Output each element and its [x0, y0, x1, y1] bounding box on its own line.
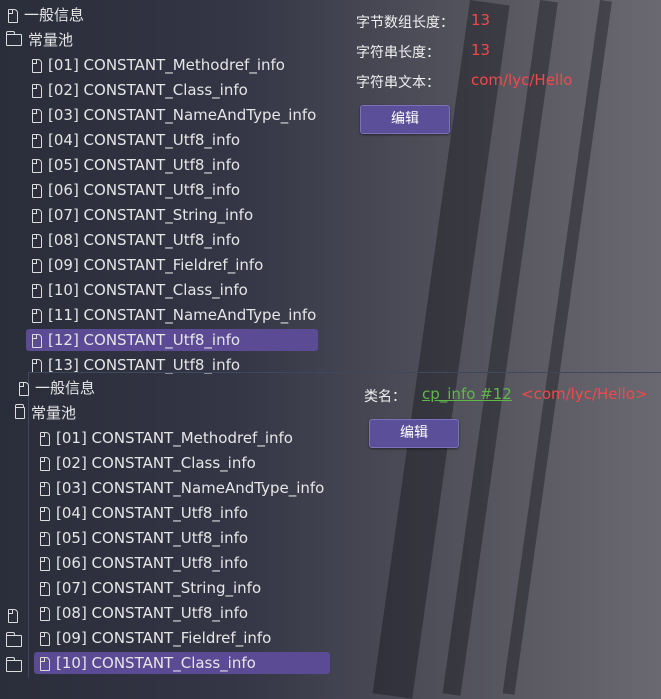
file-icon: [40, 506, 50, 521]
tree-item[interactable]: [02] CONSTANT_Class_info: [34, 452, 256, 474]
byte-length-value: 13: [471, 11, 491, 29]
class-cp-link[interactable]: cp_info #12: [422, 385, 512, 403]
folder-icon: [5, 30, 22, 46]
bottom-tree-panel: 一般信息 常量池 [01] CONSTANT_Methodref_info [02…: [14, 373, 349, 678]
tree-item[interactable]: [08] CONSTANT_Utf8_info: [26, 229, 240, 251]
file-icon: [40, 481, 50, 496]
file-icon: [8, 608, 18, 623]
file-icon: [32, 183, 42, 198]
tree-item-label: [08] CONSTANT_Utf8_info: [56, 604, 249, 622]
tree-item-label: [03] CONSTANT_NameAndType_info: [48, 106, 317, 124]
behind-folder-icon: [5, 630, 28, 652]
file-icon: [40, 531, 50, 546]
file-icon: [32, 233, 42, 248]
tree-item[interactable]: [10] CONSTANT_Class_info: [26, 279, 248, 301]
edit-button[interactable]: 编辑: [360, 105, 450, 134]
tree-item[interactable]: [03] CONSTANT_NameAndType_info: [26, 104, 316, 126]
tree-item-label: [09] CONSTANT_Fieldref_info: [48, 256, 264, 274]
tree-item-label: [07] CONSTANT_String_info: [56, 579, 262, 597]
top-tree-panel: 一般信息 常量池 [01] CONSTANT_Methodref_info [02…: [0, 0, 340, 374]
tree-general-info[interactable]: 一般信息: [19, 377, 95, 399]
tree-item[interactable]: [03] CONSTANT_NameAndType_info: [34, 477, 324, 499]
tree-item[interactable]: [06] CONSTANT_Utf8_info: [34, 552, 248, 574]
class-name-label: 类名：: [364, 389, 406, 405]
file-icon: [32, 308, 42, 323]
tree-item[interactable]: [11] CONSTANT_NameAndType_info: [26, 304, 316, 326]
tree-item-label: [01] CONSTANT_Methodref_info: [48, 56, 285, 74]
tree-item[interactable]: [04] CONSTANT_Utf8_info: [34, 502, 248, 524]
file-icon: [32, 108, 42, 123]
file-icon: [40, 556, 50, 571]
tree-item-label: [04] CONSTANT_Utf8_info: [48, 131, 241, 149]
tree-item-label: [09] CONSTANT_Fieldref_info: [56, 629, 272, 647]
tree-item-label: [06] CONSTANT_Utf8_info: [48, 181, 241, 199]
tree-item[interactable]: [01] CONSTANT_Methodref_info: [34, 427, 293, 449]
tree-item-label: [10] CONSTANT_Class_info: [48, 281, 248, 299]
file-icon: [32, 158, 42, 173]
file-icon: [40, 431, 50, 446]
file-icon: [40, 581, 50, 596]
behind-file-icon: [8, 604, 24, 626]
class-name-value: <com/lyc/Hello>: [521, 385, 648, 403]
folder-icon: [5, 631, 22, 647]
tree-item[interactable]: [07] CONSTANT_String_info: [34, 577, 261, 599]
string-text-value: com/lyc/Hello: [471, 71, 573, 89]
tree-item[interactable]: [10] CONSTANT_Class_info: [34, 652, 330, 674]
tree-item-label: [03] CONSTANT_NameAndType_info: [56, 479, 325, 497]
tree-constant-pool[interactable]: 常量池: [5, 29, 73, 51]
tree-item-label: [05] CONSTANT_Utf8_info: [56, 529, 249, 547]
folder-icon: [14, 403, 25, 419]
tree-item[interactable]: [06] CONSTANT_Utf8_info: [26, 179, 240, 201]
tree-item-label: [08] CONSTANT_Utf8_info: [48, 231, 241, 249]
tree-item[interactable]: [05] CONSTANT_Utf8_info: [26, 154, 240, 176]
tree-item[interactable]: [04] CONSTANT_Utf8_info: [26, 129, 240, 151]
tree-item-label: [07] CONSTANT_String_info: [48, 206, 254, 224]
string-text-label: 字符串文本：: [356, 75, 440, 91]
file-icon: [32, 358, 42, 373]
edit-button[interactable]: 编辑: [369, 419, 459, 448]
file-icon: [32, 258, 42, 273]
tree-item-label: [05] CONSTANT_Utf8_info: [48, 156, 241, 174]
string-length-value: 13: [471, 41, 491, 59]
file-icon: [40, 656, 50, 671]
tree-item-label: [06] CONSTANT_Utf8_info: [56, 554, 249, 572]
tree-item-label: [01] CONSTANT_Methodref_info: [56, 429, 293, 447]
tree-item[interactable]: [08] CONSTANT_Utf8_info: [34, 602, 248, 624]
file-icon: [32, 208, 42, 223]
file-icon: [40, 606, 50, 621]
tree-item[interactable]: [02] CONSTANT_Class_info: [26, 79, 248, 101]
byte-length-label: 字节数组长度：: [356, 15, 454, 31]
file-icon: [32, 133, 42, 148]
file-icon: [32, 283, 42, 298]
tree-item-label: [11] CONSTANT_NameAndType_info: [48, 306, 317, 324]
tree-constant-pool[interactable]: 常量池: [14, 402, 76, 424]
file-icon: [40, 456, 50, 471]
file-icon: [32, 83, 42, 98]
tree-general-info[interactable]: 一般信息: [8, 4, 84, 26]
tree-item-label: [10] CONSTANT_Class_info: [56, 654, 256, 672]
tree-item-label: [04] CONSTANT_Utf8_info: [56, 504, 249, 522]
file-icon: [32, 58, 42, 73]
tree-item[interactable]: [09] CONSTANT_Fieldref_info: [26, 254, 263, 276]
file-icon: [8, 8, 18, 23]
file-icon: [40, 631, 50, 646]
tree-item-label: [02] CONSTANT_Class_info: [48, 81, 248, 99]
tree-item-label: [12] CONSTANT_Utf8_info: [48, 331, 241, 349]
file-icon: [19, 381, 29, 396]
tree-item[interactable]: [05] CONSTANT_Utf8_info: [34, 527, 248, 549]
tree-item[interactable]: [01] CONSTANT_Methodref_info: [26, 54, 285, 76]
string-length-label: 字符串长度：: [356, 45, 440, 61]
behind-folder-icon: [5, 655, 28, 677]
tree-item[interactable]: [07] CONSTANT_String_info: [26, 204, 253, 226]
tree-item[interactable]: [09] CONSTANT_Fieldref_info: [34, 627, 271, 649]
tree-item[interactable]: [12] CONSTANT_Utf8_info: [26, 329, 318, 351]
tree-item-label: [02] CONSTANT_Class_info: [56, 454, 256, 472]
file-icon: [32, 333, 42, 348]
folder-icon: [5, 656, 22, 672]
